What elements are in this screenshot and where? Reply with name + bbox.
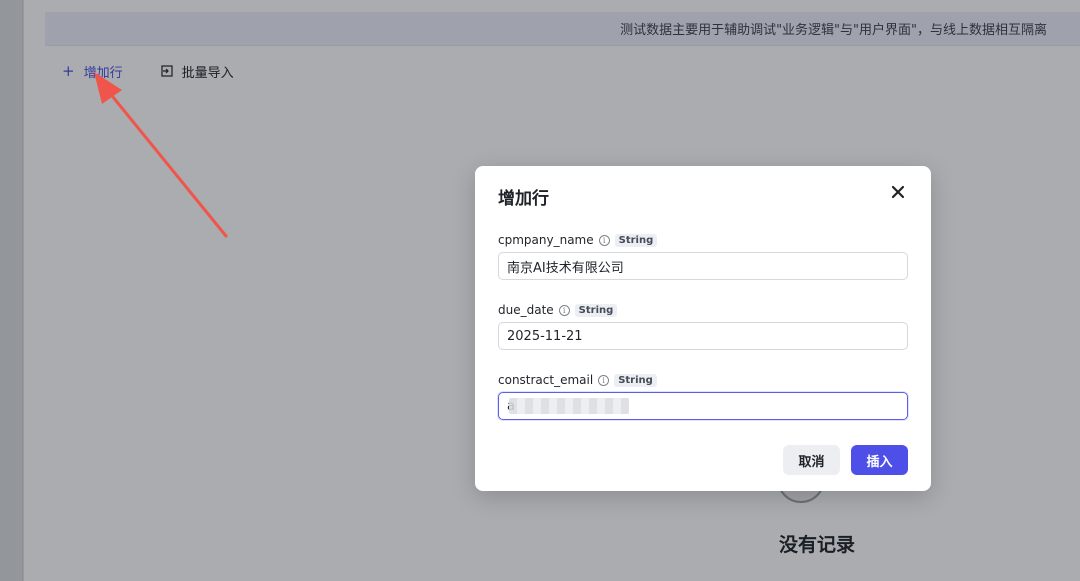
insert-button[interactable]: 插入 [851, 445, 908, 475]
field-label-row: constract_email i String [498, 372, 908, 388]
add-row-dialog: 增加行 cpmpany_name i String due_date i Str… [475, 166, 931, 491]
type-badge: String [574, 303, 618, 317]
cpmpany-name-input[interactable] [498, 252, 908, 280]
field-name: constract_email [498, 373, 594, 387]
info-icon[interactable]: i [558, 304, 570, 316]
type-badge: String [614, 373, 657, 387]
field-label-row: due_date i String [498, 302, 908, 318]
field-cpmpany-name: cpmpany_name i String [498, 232, 908, 280]
field-name: due_date [498, 303, 554, 317]
info-icon[interactable]: i [598, 374, 610, 386]
cancel-button[interactable]: 取消 [783, 445, 840, 475]
close-icon[interactable] [890, 184, 906, 200]
field-name: cpmpany_name [498, 233, 594, 247]
info-icon[interactable]: i [598, 234, 610, 246]
type-badge: String [614, 233, 658, 247]
due-date-input[interactable] [498, 322, 908, 350]
redaction-mask [509, 398, 629, 414]
dialog-title: 增加行 [498, 189, 549, 209]
field-due-date: due_date i String [498, 302, 908, 350]
field-label-row: cpmpany_name i String [498, 232, 908, 248]
field-constract-email: constract_email i String [498, 372, 908, 420]
